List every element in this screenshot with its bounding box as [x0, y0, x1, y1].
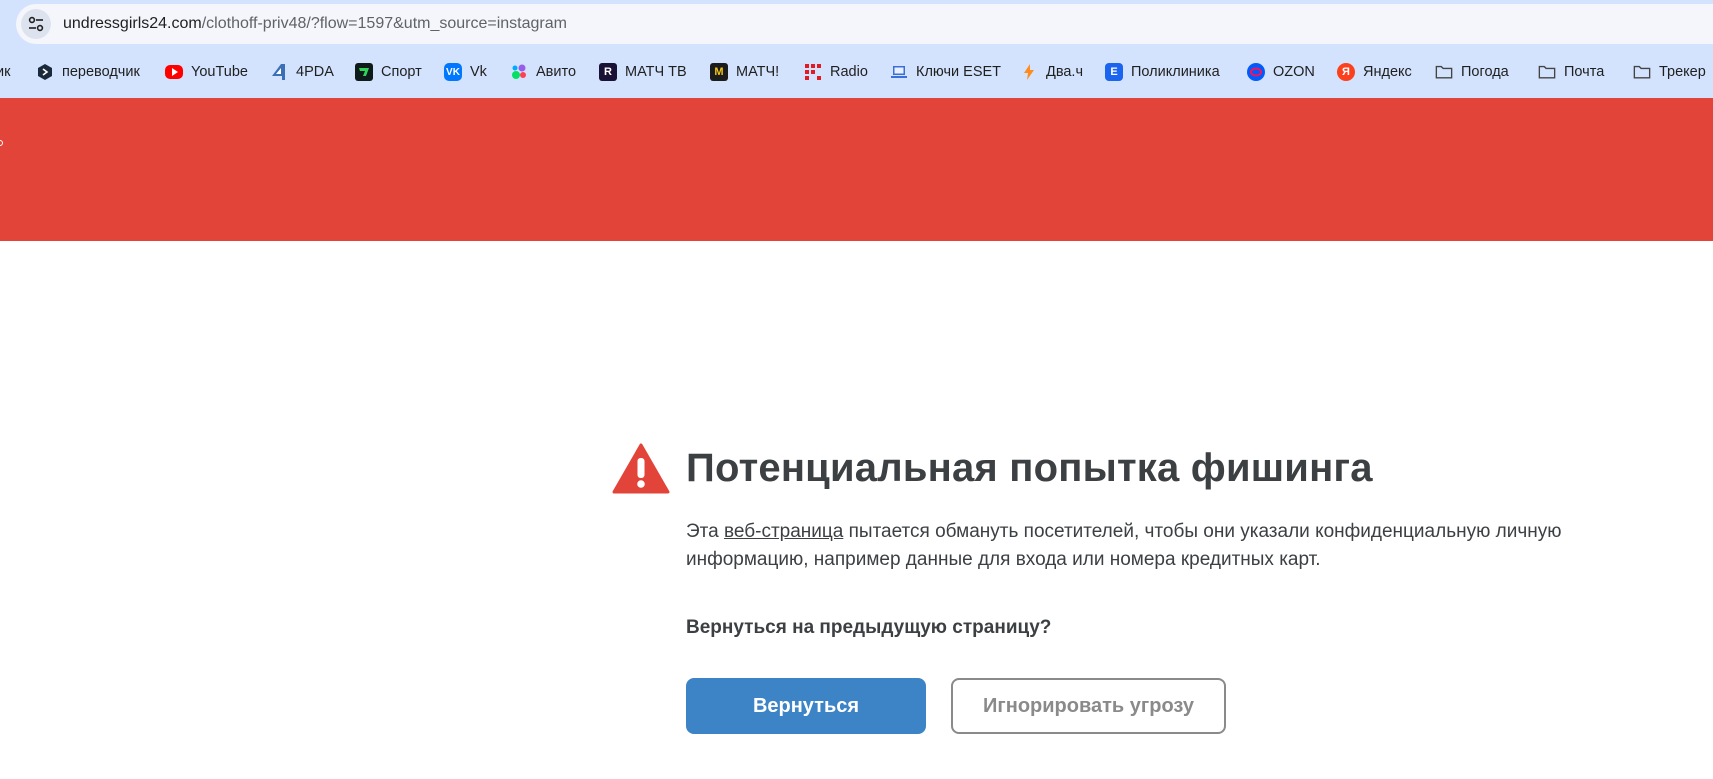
bookmark-label: Авито — [536, 64, 577, 80]
bookmark-item[interactable]: 4PDA — [270, 46, 334, 98]
browser-toolbar: undressgirls24.com/clothoff-priv48/?flow… — [0, 0, 1713, 46]
bookmark-item[interactable]: Я Яндекс — [1337, 46, 1412, 98]
bookmark-label: Два.ч — [1046, 64, 1084, 80]
radio-icon — [804, 63, 822, 81]
bookmark-label: 4PDA — [296, 64, 334, 80]
page-title: Потенциальная попытка фишинга — [686, 446, 1373, 490]
ignore-threat-button[interactable]: Игнорировать угрозу — [951, 678, 1226, 734]
site-settings-icon[interactable] — [21, 9, 51, 39]
bookmark-label: Vk — [470, 64, 487, 80]
lightning-icon — [1020, 63, 1038, 81]
bookmark-label: Поликлиника — [1131, 64, 1220, 80]
ozon-icon — [1247, 63, 1265, 81]
avito-icon — [510, 63, 528, 81]
bookmark-label: Яндекс — [1363, 64, 1412, 80]
url-text[interactable]: undressgirls24.com/clothoff-priv48/?flow… — [63, 4, 567, 44]
bookmark-item[interactable]: Radio — [804, 46, 868, 98]
warning-icon — [612, 443, 670, 494]
bookmark-label: Почта — [1564, 64, 1605, 80]
url-host: undressgirls24.com — [63, 15, 202, 32]
bookmark-label: Спорт — [381, 64, 422, 80]
bookmark-label: МАТЧ! — [736, 64, 780, 80]
bookmark-item[interactable]: VK Vk — [444, 46, 487, 98]
bookmark-item[interactable]: OZON — [1247, 46, 1315, 98]
bookmark-item[interactable]: R МАТЧ ТВ — [599, 46, 687, 98]
bookmark-item[interactable]: Два.ч — [1020, 46, 1083, 98]
vk-icon: VK — [444, 63, 462, 81]
bookmark-label: ик — [0, 64, 11, 80]
bookmark-item[interactable]: M МАТЧ! — [710, 46, 779, 98]
warning-banner — [0, 98, 1713, 241]
go-back-question: Вернуться на предыдущую страницу? — [686, 617, 1052, 638]
bookmark-label: МАТЧ ТВ — [625, 64, 687, 80]
bookmark-folder[interactable]: Погода — [1435, 46, 1509, 98]
bookmark-label: Ключи ESET — [916, 64, 1002, 80]
url-path: /clothoff-priv48/?flow=1597&utm_source=i… — [201, 15, 567, 32]
bookmark-label: переводчик — [62, 64, 140, 80]
bookmark-item[interactable]: Спорт — [355, 46, 422, 98]
match-tv-icon: R — [599, 63, 617, 81]
bookmark-item[interactable]: ик — [0, 46, 10, 98]
sport-icon — [355, 63, 373, 81]
clinic-icon: E — [1105, 63, 1123, 81]
webpage-link[interactable]: веб-страница — [724, 521, 843, 542]
bookmark-item[interactable]: Ключи ESET — [890, 46, 1001, 98]
match-icon: M — [710, 63, 728, 81]
bookmark-item[interactable]: YouTube — [165, 46, 248, 98]
bookmark-label: YouTube — [191, 64, 248, 80]
bookmark-label: Radio — [830, 64, 868, 80]
go-back-button[interactable]: Вернуться — [686, 678, 926, 734]
banner-dot — [0, 140, 3, 146]
bookmark-label: OZON — [1273, 64, 1315, 80]
bookmark-folder[interactable]: Трекер — [1633, 46, 1706, 98]
bookmark-item[interactable]: E Поликлиника — [1105, 46, 1220, 98]
bookmarks-bar: ик переводчик YouTube 4PDA Спорт VK Vk А… — [0, 46, 1713, 98]
folder-icon — [1435, 63, 1453, 81]
bookmark-label: Погода — [1461, 64, 1509, 80]
bookmark-folder[interactable]: Почта — [1538, 46, 1604, 98]
bookmark-item[interactable]: Авито — [510, 46, 576, 98]
folder-icon — [1538, 63, 1556, 81]
warning-description: Эта веб-страница пытается обмануть посет… — [686, 518, 1646, 574]
bookmark-label: Трекер — [1659, 64, 1706, 80]
translator-icon — [36, 63, 54, 81]
bookmark-item[interactable]: переводчик — [36, 46, 140, 98]
folder-icon — [1633, 63, 1651, 81]
laptop-icon — [890, 63, 908, 81]
4pda-icon — [270, 63, 288, 81]
desc-text: Эта — [686, 521, 724, 542]
address-bar[interactable]: undressgirls24.com/clothoff-priv48/?flow… — [16, 4, 1713, 44]
yandex-icon: Я — [1337, 63, 1355, 81]
youtube-icon — [165, 65, 183, 79]
